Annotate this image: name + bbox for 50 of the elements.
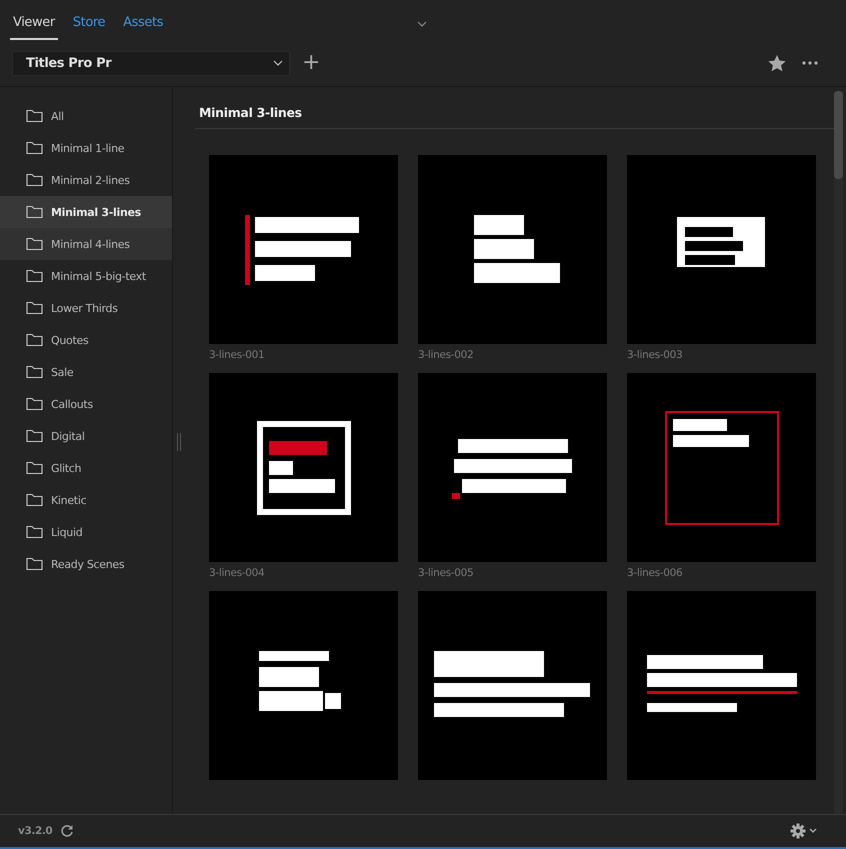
splitter-handle[interactable] xyxy=(177,433,181,451)
folder-icon xyxy=(26,109,43,123)
folder-icon xyxy=(26,557,43,571)
folder-icon xyxy=(26,269,43,283)
folder-icon xyxy=(26,525,43,539)
chevron-down-icon[interactable] xyxy=(417,21,427,27)
category-item[interactable]: Minimal 1-line xyxy=(0,132,172,164)
category-item[interactable]: Liquid xyxy=(0,516,172,548)
category-item[interactable]: Kinetic xyxy=(0,484,172,516)
scrollbar[interactable] xyxy=(834,91,843,814)
folder-icon xyxy=(26,333,43,347)
template-name: 3-lines-001 xyxy=(209,349,266,361)
folder-icon xyxy=(26,141,43,155)
category-item[interactable]: Sale xyxy=(0,356,172,388)
template-name: 3-lines-006 xyxy=(627,567,684,579)
template-name: 3-lines-002 xyxy=(418,349,474,361)
template-name: 3-lines-003 xyxy=(627,349,684,361)
folder-icon xyxy=(26,397,43,411)
category-item[interactable]: Digital xyxy=(0,420,172,452)
category-item[interactable]: Ready Scenes xyxy=(0,548,172,580)
folder-icon xyxy=(26,205,43,219)
folder-icon xyxy=(26,365,43,379)
folder-icon xyxy=(26,429,43,443)
version-label: v3.2.0 xyxy=(18,825,52,837)
refresh-icon[interactable] xyxy=(60,824,74,838)
folder-icon xyxy=(26,173,43,187)
category-item[interactable]: All xyxy=(0,100,172,132)
template-name: 3-lines-004 xyxy=(209,567,266,579)
tab[interactable]: Viewer xyxy=(10,15,58,40)
category-item[interactable]: Minimal 3-lines xyxy=(0,196,172,228)
folder-icon xyxy=(26,461,43,475)
folder-icon xyxy=(26,493,43,507)
category-item[interactable]: Glitch xyxy=(0,452,172,484)
chevron-down-icon xyxy=(273,60,283,66)
category-item[interactable]: Minimal 5-big-text xyxy=(0,260,172,292)
category-item[interactable]: Minimal 2-lines xyxy=(0,164,172,196)
scrollbar-thumb[interactable] xyxy=(834,91,843,179)
template-name: 3-lines-005 xyxy=(418,567,474,579)
library-dropdown[interactable]: Titles Pro Pr xyxy=(12,50,290,76)
tab[interactable]: Assets xyxy=(120,15,166,40)
category-item[interactable]: Callouts xyxy=(0,388,172,420)
category-item[interactable]: Lower Thirds xyxy=(0,292,172,324)
more-icon[interactable] xyxy=(802,61,818,65)
tab[interactable]: Store xyxy=(70,15,108,40)
category-item[interactable]: Quotes xyxy=(0,324,172,356)
folder-icon xyxy=(26,237,43,251)
category-item[interactable]: Minimal 4-lines xyxy=(0,228,172,260)
folder-icon xyxy=(26,301,43,315)
add-button[interactable]: + xyxy=(298,52,324,74)
star-icon[interactable] xyxy=(768,54,786,72)
